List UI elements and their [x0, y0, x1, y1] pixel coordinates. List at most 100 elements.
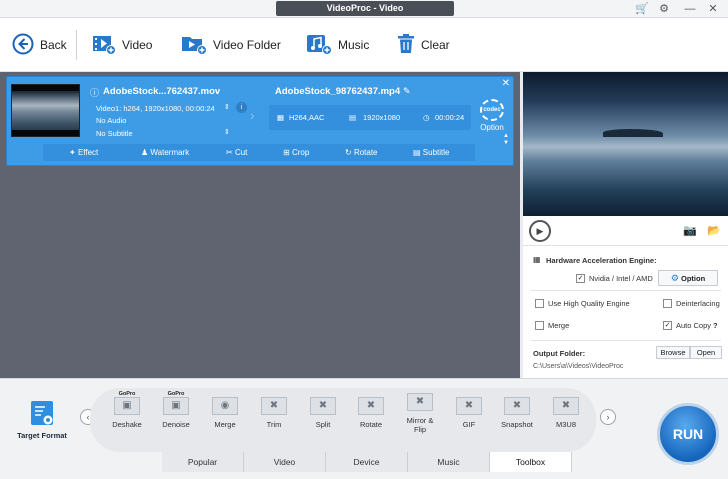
- deshake-icon: GoPro ▣: [114, 391, 140, 415]
- tab-music[interactable]: Music: [408, 452, 490, 472]
- rotate-icon: ↻: [345, 148, 354, 157]
- gif-tool[interactable]: ✖ GIF: [444, 397, 494, 429]
- rotate-button[interactable]: ↻ Rotate: [345, 144, 378, 161]
- film-icon: ▦: [277, 113, 285, 122]
- mirror-flip-tool[interactable]: ✖ Mirror & Flip: [395, 393, 445, 434]
- merge-checkbox[interactable]: [535, 321, 544, 330]
- music-label: Music: [338, 38, 370, 52]
- wand-icon: ✦: [69, 148, 78, 157]
- open-folder-icon[interactable]: 📂: [707, 224, 721, 237]
- run-button[interactable]: RUN: [657, 403, 719, 465]
- settings-panel: ▦ Hardware Acceleration Engine: ✓ Nvidia…: [523, 246, 728, 378]
- high-quality-checkbox[interactable]: [535, 299, 544, 308]
- auto-copy-checkbox[interactable]: ✓: [663, 321, 672, 330]
- codec-gear-icon: codec: [480, 99, 504, 121]
- target-format-button[interactable]: Target Format: [12, 401, 72, 440]
- title-bar: VideoProc - Video 🛒 ⚙ — ✕: [0, 0, 728, 18]
- output-codec: H264,AAC: [289, 113, 325, 122]
- file-list-area: ⓘ AdobeStock...762437.mov Video1: h264, …: [0, 72, 520, 378]
- video-folder-label: Video Folder: [213, 38, 281, 52]
- audio-track-info[interactable]: No Audio: [96, 116, 126, 125]
- deinterlacing-checkbox[interactable]: [663, 299, 672, 308]
- deshake-tool[interactable]: GoPro ▣ Deshake: [102, 391, 152, 429]
- merge-label: Merge: [548, 321, 570, 330]
- auto-copy-label: Auto Copy: [676, 321, 712, 330]
- video-label: Video: [122, 38, 153, 52]
- video-item-card[interactable]: ⓘ AdobeStock...762437.mov Video1: h264, …: [6, 76, 514, 166]
- settings-gear-icon[interactable]: ⚙: [657, 2, 671, 16]
- video-preview[interactable]: [523, 72, 728, 216]
- video-thumbnail[interactable]: [11, 84, 80, 137]
- browse-button[interactable]: Browse: [656, 346, 690, 359]
- chip-icon: ▦: [533, 255, 541, 264]
- subtitle-dropdown-icon[interactable]: ⇕: [224, 128, 230, 136]
- toolbar-divider: [76, 30, 77, 60]
- resolution-icon: ▤: [349, 113, 357, 122]
- settings-divider: [531, 340, 721, 341]
- trim-tool[interactable]: ✖ Trim: [249, 397, 299, 429]
- edit-toolbar: ✦ Effect ♟ Watermark ✂ Cut ⊞ Crop ↻ Rota…: [43, 144, 475, 161]
- high-quality-label: Use High Quality Engine: [548, 299, 630, 308]
- output-file-name[interactable]: AdobeStock_98762437.mp4: [275, 86, 400, 97]
- merge-tool[interactable]: ◉ Merge: [200, 397, 250, 429]
- clear-button[interactable]: Clear: [397, 18, 450, 72]
- reorder-arrows-icon[interactable]: ▲ ▼: [503, 133, 509, 147]
- target-format-label: Target Format: [17, 431, 67, 440]
- deinterlacing-label: Deinterlacing: [676, 299, 720, 308]
- info-circle-icon[interactable]: ⓘ: [90, 86, 99, 99]
- remove-item-icon[interactable]: ✕: [502, 79, 510, 89]
- add-video-folder-button[interactable]: Video Folder: [181, 18, 281, 72]
- hw-option-button[interactable]: ⚙ Option: [658, 270, 718, 286]
- tab-popular[interactable]: Popular: [162, 452, 244, 472]
- output-folder-label: Output Folder:: [533, 349, 586, 358]
- music-plus-icon: [306, 33, 332, 58]
- main-toolbar: Back Video Video Folder Music Clear: [0, 18, 728, 72]
- m3u8-tool[interactable]: ✖ M3U8: [541, 397, 591, 429]
- mirror-flip-icon: ✖: [407, 393, 433, 411]
- output-path[interactable]: C:\Users\a\Videos\VideoProc: [533, 363, 623, 370]
- video-track-info[interactable]: Video1: h264, 1920x1080, 00:00:24: [96, 104, 215, 113]
- output-resolution: 1920x1080: [363, 113, 401, 122]
- subtitle-track-info[interactable]: No Subtitle: [96, 129, 133, 138]
- back-label: Back: [40, 38, 67, 52]
- rotate-tool[interactable]: ✖ Rotate: [346, 397, 396, 429]
- scroll-right-button[interactable]: ›: [600, 409, 616, 425]
- crop-button[interactable]: ⊞ Crop: [283, 144, 309, 161]
- split-tool[interactable]: ✖ Split: [298, 397, 348, 429]
- cut-button[interactable]: ✂ Cut: [226, 144, 247, 161]
- camera-icon[interactable]: 📷: [683, 224, 697, 237]
- tab-toolbox[interactable]: Toolbox: [490, 452, 572, 472]
- video-track-dropdown-icon[interactable]: ⇕: [224, 103, 230, 111]
- hw-vendor-checkbox[interactable]: ✓: [576, 274, 585, 283]
- open-button[interactable]: Open: [690, 346, 722, 359]
- add-music-button[interactable]: Music: [306, 18, 369, 72]
- codec-option-label: Option: [480, 123, 504, 132]
- snapshot-tool[interactable]: ✖ Snapshot: [492, 397, 542, 429]
- play-button[interactable]: ▶: [529, 220, 551, 242]
- rotate-tool-icon: ✖: [358, 397, 384, 415]
- trim-icon: ✖: [261, 397, 287, 415]
- help-icon[interactable]: ?: [713, 321, 718, 330]
- track-info-icon[interactable]: i: [236, 102, 247, 113]
- back-arrow-icon: [12, 33, 34, 58]
- cart-icon[interactable]: 🛒: [635, 2, 649, 16]
- denoise-tool[interactable]: GoPro ▣ Denoise: [151, 391, 201, 429]
- add-video-button[interactable]: Video: [92, 18, 152, 72]
- crop-icon: ⊞: [283, 148, 292, 157]
- gear-icon: ⚙: [670, 273, 679, 283]
- tab-device[interactable]: Device: [326, 452, 408, 472]
- folder-plus-icon: [181, 33, 207, 58]
- tab-video[interactable]: Video: [244, 452, 326, 472]
- watermark-button[interactable]: ♟ Watermark: [141, 144, 189, 161]
- edit-name-icon[interactable]: ✎: [403, 86, 411, 97]
- m3u8-icon: ✖: [553, 397, 579, 415]
- settings-divider: [531, 290, 721, 291]
- back-button[interactable]: Back: [12, 18, 67, 72]
- subtitle-icon: ▤: [413, 148, 423, 157]
- minimize-icon[interactable]: —: [683, 2, 697, 16]
- effect-button[interactable]: ✦ Effect: [69, 144, 98, 161]
- close-icon[interactable]: ✕: [706, 2, 720, 16]
- merge-icon: ◉: [212, 397, 238, 415]
- clear-label: Clear: [421, 38, 450, 52]
- subtitle-button[interactable]: ▤ Subtitle: [413, 144, 449, 161]
